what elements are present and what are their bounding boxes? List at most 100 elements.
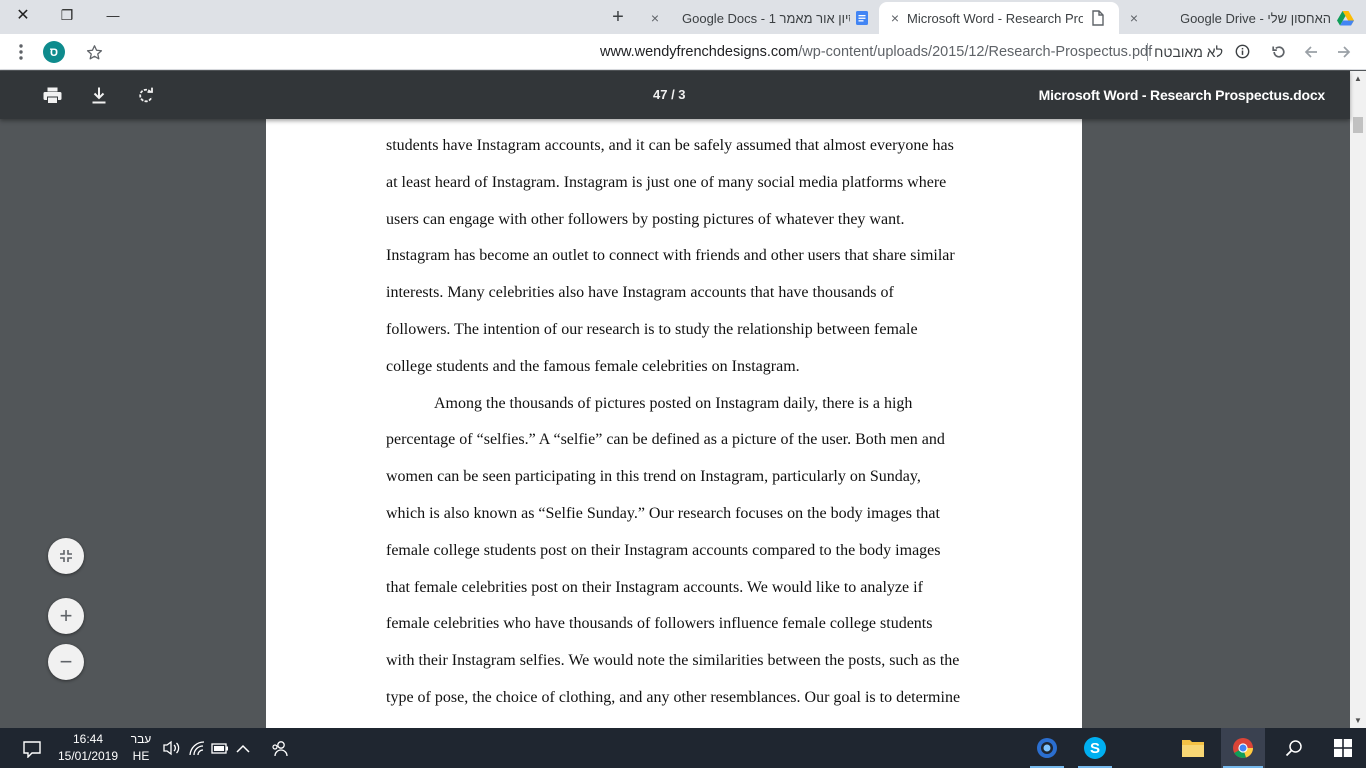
document-line: students have Instagram accounts, and it… [386, 137, 954, 154]
menu-icon [19, 44, 23, 60]
tab-title: Google Docs - סיון אור מאמר 1 [682, 10, 850, 26]
new-tab-button[interactable]: + [605, 4, 631, 30]
people-button[interactable] [268, 737, 290, 759]
docs-icon [856, 11, 868, 25]
url-path: /wp-content/uploads/2015/12/Research-Pro… [798, 44, 1153, 60]
volume-button[interactable] [160, 738, 182, 758]
pdf-toolbar: 47 / 3 Microsoft Word - Research Prospec… [0, 71, 1350, 119]
address-bar[interactable]: www.wendyfrenchdesigns.com/wp-content/up… [600, 44, 1152, 60]
fit-page-button[interactable] [48, 538, 84, 574]
zoom-in-icon: + [59, 603, 73, 628]
fit-page-icon [60, 550, 72, 562]
page-indicator[interactable]: 47 / 3 [653, 87, 686, 102]
scrollbar[interactable]: ▲ ▼ [1350, 71, 1366, 728]
clock-time: 16:44 [72, 732, 104, 746]
back-button[interactable] [1298, 39, 1324, 65]
document-line: Among the thousands of pictures posted o… [434, 394, 913, 412]
pdf-page: students have Instagram accounts, and it… [266, 119, 1082, 728]
zoom-out-button[interactable]: − [48, 644, 84, 680]
drive-icon [1337, 10, 1354, 25]
tab-title: האחסון שלי - Google Drive [1181, 10, 1331, 26]
tab-close-button[interactable]: × [646, 10, 664, 26]
wifi-icon [188, 740, 204, 755]
document-line: Instagram has become an outlet to connec… [386, 247, 955, 265]
print-button[interactable] [40, 83, 64, 107]
document-line: women can be seen participating in this … [386, 468, 921, 486]
document-line: at least heard of Instagram. Instagram i… [386, 173, 947, 191]
network-button[interactable] [186, 738, 208, 758]
security-chip[interactable]: לא מאובטח [1148, 44, 1250, 60]
document-body: students have Instagram accounts, and it… [386, 128, 966, 717]
profile-avatar[interactable]: ס [43, 41, 65, 63]
tab-title: Microsoft Word - Research Prosp [907, 10, 1083, 26]
windows-logo-icon [1334, 739, 1352, 757]
app-ring-icon [1037, 738, 1057, 758]
document-line: users can engage with other followers by… [386, 210, 905, 228]
star-icon [86, 44, 102, 59]
people-icon [271, 740, 288, 756]
folder-icon [1182, 740, 1204, 757]
tab-research-prospectus[interactable]: × Microsoft Word - Research Prosp [879, 2, 1119, 34]
start-button[interactable] [1320, 728, 1366, 768]
url-host: www.wendyfrenchdesigns.com [600, 44, 799, 60]
scroll-down-arrow-icon[interactable]: ▼ [1353, 716, 1363, 725]
profile-initial: ס [49, 45, 59, 59]
back-icon [1304, 46, 1317, 58]
language-label: עבר [130, 732, 152, 746]
minimize-window-button[interactable]: — [90, 0, 136, 30]
battery-icon [211, 743, 228, 754]
volume-icon [163, 740, 180, 756]
skype-icon: S [1084, 737, 1106, 759]
download-button[interactable] [87, 83, 111, 107]
print-icon [43, 87, 61, 104]
chevron-up-icon [236, 744, 250, 753]
document-line: college students and the famous female c… [386, 357, 800, 375]
document-line: female celebrities who have thousands of… [386, 615, 933, 633]
taskbar-app-skype[interactable]: S [1074, 728, 1116, 768]
system-clock[interactable]: 16:44 15/01/2019 [56, 731, 120, 765]
document-line: followers. The intention of our research… [386, 320, 918, 338]
clock-date: 15/01/2019 [57, 749, 119, 763]
show-hidden-icons-button[interactable] [232, 738, 254, 758]
rotate-button[interactable] [134, 83, 158, 107]
search-button[interactable] [1274, 737, 1314, 759]
search-icon [1285, 740, 1302, 757]
zoom-in-button[interactable]: + [48, 598, 84, 634]
document-line: which is also known as “Selfie Sunday.” … [386, 504, 940, 522]
download-icon [92, 87, 106, 103]
document-line: percentage of “selfies.” A “selfie” can … [386, 431, 945, 449]
zoom-out-icon: − [59, 649, 73, 674]
bookmark-button[interactable] [81, 39, 107, 65]
restore-icon: ❐ [60, 6, 74, 23]
input-language[interactable]: עבר HE [128, 731, 154, 765]
document-line: female college students post on their In… [386, 541, 941, 559]
notification-icon [23, 740, 41, 758]
document-line: type of pose, the choice of clothing, an… [386, 688, 961, 706]
restore-window-button[interactable]: ❐ [44, 0, 90, 30]
scrollbar-thumb[interactable] [1353, 117, 1363, 133]
close-window-button[interactable]: ✕ [0, 0, 46, 30]
taskbar-app-file-explorer[interactable] [1172, 728, 1214, 768]
info-icon [1235, 44, 1250, 59]
reload-icon [1272, 46, 1285, 58]
windows-taskbar: 16:44 15/01/2019 עבר HE S [0, 728, 1366, 768]
document-line: with their Instagram selfies. We would n… [386, 652, 960, 670]
pdf-file-icon [1092, 10, 1104, 26]
minimize-icon: — [106, 7, 120, 23]
action-center-button[interactable] [20, 738, 44, 760]
battery-button[interactable] [209, 738, 231, 758]
reload-button[interactable] [1266, 39, 1292, 65]
tab-close-button[interactable]: × [1125, 10, 1143, 26]
taskbar-app-chrome[interactable] [1221, 728, 1265, 768]
scroll-up-arrow-icon[interactable]: ▲ [1353, 74, 1363, 83]
plus-icon: + [612, 5, 624, 28]
taskbar-app-cortana-ring[interactable] [1026, 728, 1068, 768]
forward-button[interactable] [1331, 39, 1357, 65]
document-line: that female celebrities post on their In… [386, 578, 923, 596]
security-label: לא מאובטח [1154, 44, 1223, 60]
tab-google-docs[interactable]: × Google Docs - סיון אור מאמר 1 [644, 2, 878, 34]
menu-button[interactable] [8, 39, 34, 65]
tab-close-button[interactable]: × [886, 10, 904, 26]
language-code: HE [132, 749, 150, 763]
tab-google-drive[interactable]: × האחסון שלי - Google Drive [1120, 2, 1358, 34]
